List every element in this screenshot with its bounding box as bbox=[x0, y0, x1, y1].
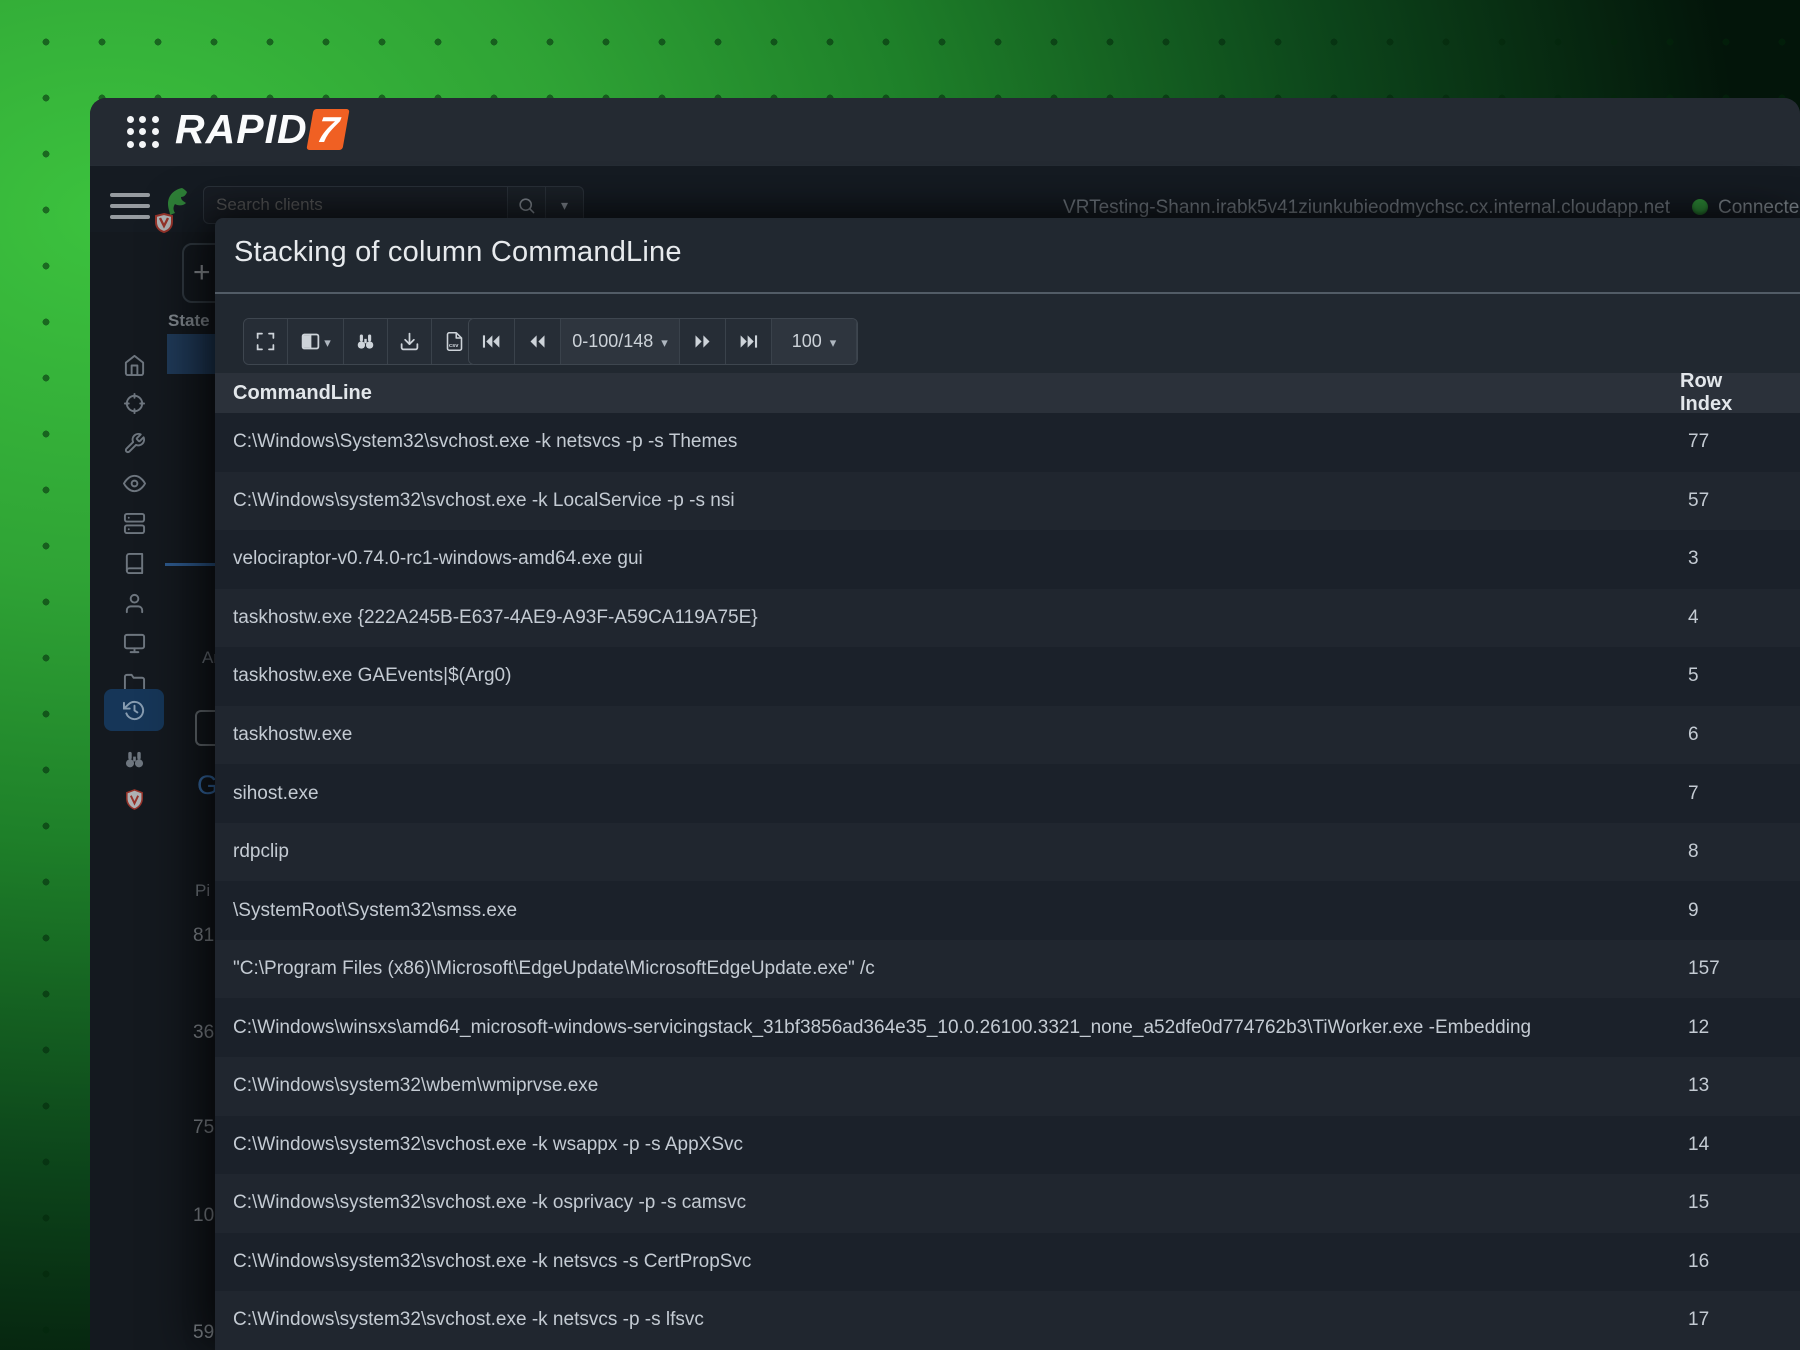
screen: RAPID 7 ▾ VRTesting-Shann.irabk5v41ziunk… bbox=[0, 0, 1800, 1350]
row-index-cell: 8 bbox=[1688, 841, 1699, 863]
first-page-icon bbox=[482, 335, 500, 348]
command-cell: C:\Windows\system32\svchost.exe -k Local… bbox=[233, 489, 735, 511]
command-cell: C:\Windows\system32\svchost.exe -k netsv… bbox=[233, 1250, 752, 1272]
row-index-cell: 5 bbox=[1688, 665, 1699, 687]
row-index-cell: 77 bbox=[1688, 431, 1710, 453]
row-index-cell: 6 bbox=[1688, 724, 1699, 745]
command-cell: velociraptor-v0.74.0-rc1-windows-amd64.e… bbox=[233, 548, 643, 570]
binoculars-icon bbox=[357, 334, 374, 349]
row-index-cell: 157 bbox=[1688, 958, 1720, 980]
page-range-dropdown[interactable]: 0-100/148 ▾ bbox=[561, 319, 680, 364]
row-index-cell: 17 bbox=[1688, 1309, 1710, 1331]
expand-table-button[interactable] bbox=[244, 319, 288, 364]
table-row[interactable]: sihost.exe 7 bbox=[215, 764, 1800, 823]
table-row[interactable]: \SystemRoot\System32\smss.exe 9 bbox=[215, 881, 1800, 940]
rapid7-logo-text: RAPID bbox=[175, 106, 308, 152]
command-cell: taskhostw.exe GAEvents|$(Arg0) bbox=[233, 665, 512, 687]
row-index-cell: 3 bbox=[1688, 548, 1699, 570]
table-toolbar: ▾ csv bbox=[243, 318, 477, 365]
command-cell: C:\Windows\winsxs\amd64_microsoft-window… bbox=[233, 1016, 1532, 1038]
command-cell: C:\Windows\system32\svchost.exe -k netsv… bbox=[233, 1309, 704, 1331]
command-cell: C:\Windows\system32\svchost.exe -k wsapp… bbox=[233, 1133, 744, 1155]
commandline-column-header[interactable]: CommandLine bbox=[233, 373, 372, 413]
pagination-controls: 0-100/148 ▾ 100 ▾ bbox=[468, 318, 858, 365]
previous-page-button[interactable] bbox=[515, 319, 561, 364]
next-page-icon bbox=[695, 335, 710, 348]
row-index-cell: 4 bbox=[1688, 606, 1699, 628]
table-body: C:\Windows\System32\svchost.exe -k netsv… bbox=[215, 413, 1800, 1350]
first-page-button[interactable] bbox=[469, 319, 515, 364]
row-index-cell: 57 bbox=[1688, 489, 1710, 511]
table-row[interactable]: C:\Windows\winsxs\amd64_microsoft-window… bbox=[215, 998, 1800, 1057]
table-row[interactable]: C:\Windows\system32\svchost.exe -k Local… bbox=[215, 472, 1800, 531]
row-index-cell: 15 bbox=[1688, 1192, 1710, 1214]
stacking-modal: Stacking of column CommandLine ▾ csv 0-1… bbox=[215, 218, 1800, 1350]
download-button[interactable] bbox=[388, 319, 432, 364]
app-header: RAPID 7 bbox=[90, 98, 1800, 165]
page-size-label: 100 bbox=[791, 331, 822, 351]
command-cell: sihost.exe bbox=[233, 782, 319, 804]
row-index-cell: 14 bbox=[1688, 1133, 1710, 1155]
row-index-column-header[interactable]: Row Index bbox=[1680, 370, 1773, 415]
table-row[interactable]: taskhostw.exe 6 bbox=[215, 706, 1800, 765]
csv-file-icon: csv bbox=[446, 331, 462, 352]
command-cell: C:\Windows\system32\svchost.exe -k ospri… bbox=[233, 1192, 747, 1214]
filter-rows-button[interactable] bbox=[344, 319, 388, 364]
rapid7-logo: RAPID 7 bbox=[175, 106, 350, 153]
page-size-dropdown[interactable]: 100 ▾ bbox=[772, 319, 857, 364]
table-row[interactable]: "C:\Program Files (x86)\Microsoft\EdgeUp… bbox=[215, 940, 1800, 999]
last-page-button[interactable] bbox=[726, 319, 772, 364]
last-page-icon bbox=[740, 335, 758, 348]
row-index-cell: 7 bbox=[1688, 782, 1699, 804]
previous-page-icon bbox=[530, 335, 545, 348]
expand-icon bbox=[256, 332, 275, 351]
next-page-button[interactable] bbox=[680, 319, 726, 364]
table-row[interactable]: C:\Windows\system32\wbem\wmiprvse.exe 13 bbox=[215, 1057, 1800, 1116]
command-cell: rdpclip bbox=[233, 841, 289, 863]
app-launcher-grid-icon[interactable] bbox=[123, 112, 163, 152]
download-icon bbox=[400, 332, 419, 351]
caret-down-icon: ▾ bbox=[829, 334, 837, 350]
command-cell: taskhostw.exe bbox=[233, 724, 353, 745]
command-cell: \SystemRoot\System32\smss.exe bbox=[233, 899, 518, 921]
table-row[interactable]: taskhostw.exe GAEvents|$(Arg0) 5 bbox=[215, 647, 1800, 706]
row-index-cell: 16 bbox=[1688, 1250, 1710, 1272]
command-cell: C:\Windows\System32\svchost.exe -k netsv… bbox=[233, 431, 738, 453]
row-index-cell: 12 bbox=[1688, 1016, 1710, 1038]
table-row[interactable]: C:\Windows\system32\svchost.exe -k netsv… bbox=[215, 1291, 1800, 1350]
caret-down-icon: ▾ bbox=[324, 334, 331, 350]
svg-text:csv: csv bbox=[448, 343, 458, 349]
modal-title: Stacking of column CommandLine bbox=[234, 236, 682, 268]
table-row[interactable]: C:\Windows\system32\svchost.exe -k netsv… bbox=[215, 1233, 1800, 1292]
table-row[interactable]: taskhostw.exe {222A245B-E637-4AE9-A93F-A… bbox=[215, 589, 1800, 648]
table-row[interactable]: rdpclip 8 bbox=[215, 823, 1800, 882]
column-settings-button[interactable]: ▾ bbox=[288, 319, 344, 364]
row-index-cell: 9 bbox=[1688, 899, 1699, 921]
table-row[interactable]: velociraptor-v0.74.0-rc1-windows-amd64.e… bbox=[215, 530, 1800, 589]
command-cell: taskhostw.exe {222A245B-E637-4AE9-A93F-A… bbox=[233, 606, 758, 628]
table-row[interactable]: C:\Windows\system32\svchost.exe -k ospri… bbox=[215, 1174, 1800, 1233]
rapid7-logo-seven: 7 bbox=[305, 109, 350, 150]
caret-down-icon: ▾ bbox=[661, 334, 668, 350]
row-index-cell: 13 bbox=[1688, 1075, 1710, 1097]
table-header: CommandLine Row Index bbox=[215, 370, 1800, 415]
modal-divider bbox=[215, 292, 1800, 294]
columns-icon bbox=[301, 333, 320, 350]
table-row[interactable]: C:\Windows\system32\svchost.exe -k wsapp… bbox=[215, 1116, 1800, 1175]
command-cell: C:\Windows\system32\wbem\wmiprvse.exe bbox=[233, 1075, 599, 1097]
command-cell: "C:\Program Files (x86)\Microsoft\EdgeUp… bbox=[233, 958, 875, 980]
table-row[interactable]: C:\Windows\System32\svchost.exe -k netsv… bbox=[215, 413, 1800, 472]
page-range-label: 0-100/148 bbox=[572, 331, 654, 351]
